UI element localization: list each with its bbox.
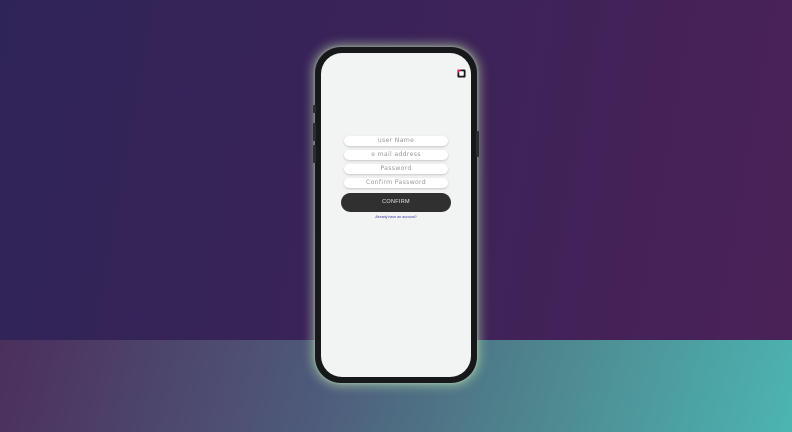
email-input[interactable]: e mail address (344, 150, 448, 160)
phone-volume-down-button (313, 145, 316, 163)
phone-volume-up-button (313, 123, 316, 141)
phone-screen: user Name e mail address Password Confir… (321, 53, 471, 377)
phone-frame: user Name e mail address Password Confir… (313, 47, 479, 383)
app-logo-icon (457, 69, 466, 78)
confirm-button[interactable]: CONFIRM (341, 193, 451, 212)
password-input[interactable]: Password (344, 164, 448, 174)
login-link[interactable]: Already have an account? (341, 215, 451, 219)
phone-side-button (313, 105, 316, 113)
username-input[interactable]: user Name (344, 136, 448, 146)
confirm-password-input[interactable]: Confirm Password (344, 178, 448, 188)
phone-power-button (476, 131, 479, 157)
